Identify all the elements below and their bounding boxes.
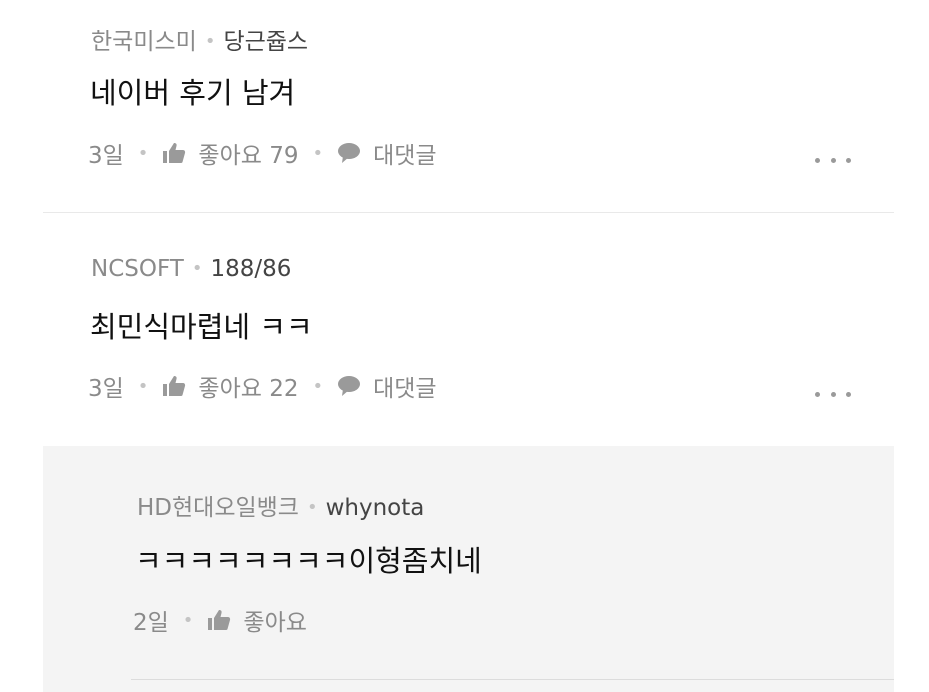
more-dots-icon[interactable] bbox=[815, 388, 851, 400]
comment-age: 3일 bbox=[88, 143, 124, 169]
separator-dot: • bbox=[191, 258, 203, 279]
nickname[interactable]: 당근쥽스 bbox=[223, 29, 308, 55]
thumbs-up-icon bbox=[208, 610, 231, 630]
reply-label: 대댓글 bbox=[373, 376, 437, 402]
speech-bubble-icon bbox=[338, 376, 361, 396]
reply-button[interactable]: 대댓글 bbox=[337, 136, 437, 170]
separator-dot: • bbox=[137, 142, 149, 164]
separator-dot: • bbox=[312, 142, 324, 164]
reply-label: 대댓글 bbox=[373, 143, 437, 169]
company-name[interactable]: 한국미스미 bbox=[91, 29, 197, 55]
like-button[interactable]: 좋아요 bbox=[207, 603, 307, 637]
comment-actions: 2일 • 좋아요 bbox=[133, 603, 307, 637]
comment-meta: NCSOFT • 188/86 bbox=[91, 256, 291, 282]
more-dots-icon[interactable] bbox=[815, 154, 851, 166]
nickname[interactable]: whynota bbox=[326, 495, 425, 521]
comment-age: 2일 bbox=[133, 610, 169, 636]
comment-text: 네이버 후기 남겨 bbox=[90, 76, 296, 110]
divider bbox=[131, 679, 894, 680]
comment-actions: 3일 • 좋아요 22 • 대댓글 bbox=[88, 369, 437, 403]
company-name[interactable]: HD현대오일뱅크 bbox=[137, 495, 299, 521]
divider bbox=[43, 212, 894, 213]
comment-actions: 3일 • 좋아요 79 • 대댓글 bbox=[88, 136, 437, 170]
comment-meta: 한국미스미 • 당근쥽스 bbox=[91, 22, 308, 56]
thumbs-up-icon bbox=[163, 376, 186, 396]
like-button[interactable]: 좋아요 79 bbox=[162, 136, 298, 170]
separator-dot: • bbox=[306, 497, 318, 518]
thumbs-up-icon bbox=[163, 143, 186, 163]
comment-item: NCSOFT • 188/86 최민식마렵네 ㅋㅋ 3일 • 좋아요 22 • 대댓… bbox=[0, 214, 929, 446]
like-label: 좋아요 79 bbox=[198, 143, 299, 169]
like-label: 좋아요 bbox=[243, 610, 307, 636]
separator-dot: • bbox=[182, 609, 194, 631]
like-label: 좋아요 22 bbox=[198, 376, 299, 402]
comment-meta: HD현대오일뱅크 • whynota bbox=[137, 488, 424, 522]
separator-dot: • bbox=[137, 375, 149, 397]
separator-dot: • bbox=[204, 31, 216, 52]
reply-button[interactable]: 대댓글 bbox=[337, 369, 437, 403]
speech-bubble-icon bbox=[338, 143, 361, 163]
reply-item: HD현대오일뱅크 • whynota ㅋㅋㅋㅋㅋㅋㅋㅋ이형좀치네 2일 • 좋아요 bbox=[43, 446, 894, 692]
separator-dot: • bbox=[312, 375, 324, 397]
nickname[interactable]: 188/86 bbox=[210, 256, 291, 282]
company-name[interactable]: NCSOFT bbox=[91, 256, 184, 282]
comment-item: 한국미스미 • 당근쥽스 네이버 후기 남겨 3일 • 좋아요 79 • 대댓글 bbox=[0, 0, 929, 213]
comment-age: 3일 bbox=[88, 376, 124, 402]
comment-text: 최민식마렵네 ㅋㅋ bbox=[90, 310, 313, 344]
like-button[interactable]: 좋아요 22 bbox=[162, 369, 298, 403]
comment-text: ㅋㅋㅋㅋㅋㅋㅋㅋ이형좀치네 bbox=[135, 544, 482, 578]
